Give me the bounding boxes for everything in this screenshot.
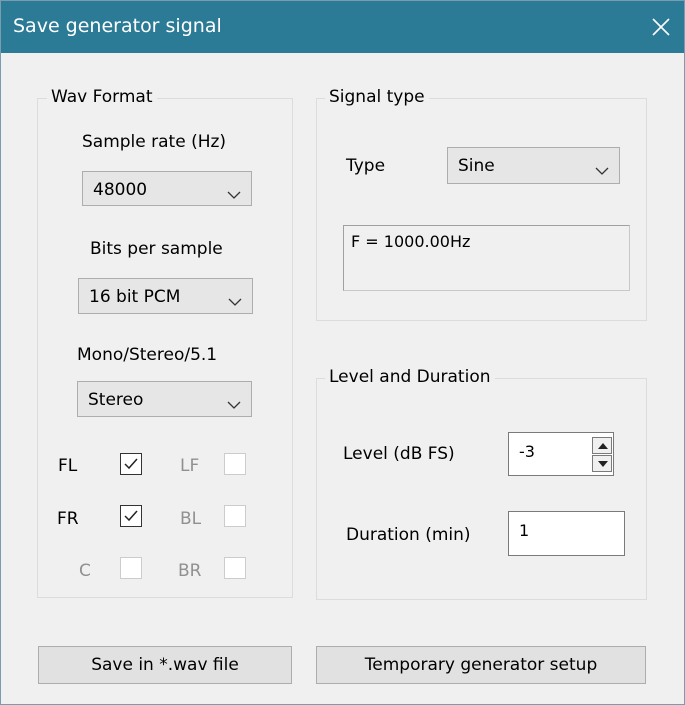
speaker-fl-checkbox[interactable]: [120, 453, 142, 475]
save-generator-dialog: Save generator signal Wav Format Sample …: [0, 0, 685, 705]
speaker-c-checkbox[interactable]: [120, 557, 142, 579]
level-spin-down[interactable]: [592, 455, 612, 472]
chevron-down-icon: [227, 185, 241, 199]
check-icon: [124, 510, 138, 522]
channels-value: Stereo: [88, 390, 144, 410]
chevron-down-icon: [227, 395, 241, 409]
chevron-down-icon: [228, 292, 242, 306]
speaker-bl-checkbox[interactable]: [224, 505, 246, 527]
level-duration-group: [316, 378, 647, 600]
bits-per-sample-label: Bits per sample: [90, 239, 223, 259]
speaker-lf-label: LF: [180, 456, 200, 476]
speaker-c-label: C: [79, 561, 91, 581]
signal-info-text: F = 1000.00Hz: [351, 232, 471, 251]
speaker-br-label: BR: [178, 561, 202, 581]
level-value: -3: [519, 442, 535, 461]
window-title: Save generator signal: [13, 15, 222, 37]
duration-value: 1: [519, 521, 530, 540]
channels-label: Mono/Stereo/5.1: [77, 345, 218, 365]
duration-label: Duration (min): [346, 525, 471, 545]
level-label: Level (dB FS): [343, 444, 455, 464]
type-label: Type: [346, 156, 386, 176]
close-icon[interactable]: [638, 1, 684, 53]
speaker-fl-label: FL: [58, 456, 78, 476]
sample-rate-label: Sample rate (Hz): [82, 132, 227, 152]
check-icon: [124, 458, 138, 470]
speaker-bl-label: BL: [180, 509, 202, 529]
signal-type-select[interactable]: Sine: [447, 147, 620, 184]
sample-rate-value: 48000: [93, 180, 148, 200]
bits-per-sample-value: 16 bit PCM: [89, 287, 181, 307]
speaker-lf-checkbox[interactable]: [224, 453, 246, 475]
speaker-fr-checkbox[interactable]: [120, 505, 142, 527]
speaker-fr-label: FR: [57, 509, 79, 529]
level-duration-legend: Level and Duration: [325, 367, 495, 387]
sample-rate-select[interactable]: 48000: [82, 171, 252, 206]
speaker-br-checkbox[interactable]: [224, 557, 246, 579]
signal-type-value: Sine: [458, 156, 495, 176]
channels-select[interactable]: Stereo: [77, 381, 252, 417]
signal-info-box: F = 1000.00Hz: [343, 225, 630, 291]
chevron-down-icon: [595, 161, 609, 175]
save-wav-button[interactable]: Save in *.wav file: [38, 646, 292, 684]
bits-per-sample-select[interactable]: 16 bit PCM: [78, 278, 253, 314]
title-bar: Save generator signal: [1, 1, 684, 53]
temporary-setup-button[interactable]: Temporary generator setup: [316, 646, 646, 684]
wav-format-legend: Wav Format: [47, 87, 157, 107]
arrow-up-icon: [598, 443, 608, 449]
signal-type-legend: Signal type: [325, 87, 429, 107]
arrow-down-icon: [598, 461, 608, 467]
level-spin-up[interactable]: [592, 437, 612, 454]
duration-input[interactable]: 1: [508, 511, 625, 556]
